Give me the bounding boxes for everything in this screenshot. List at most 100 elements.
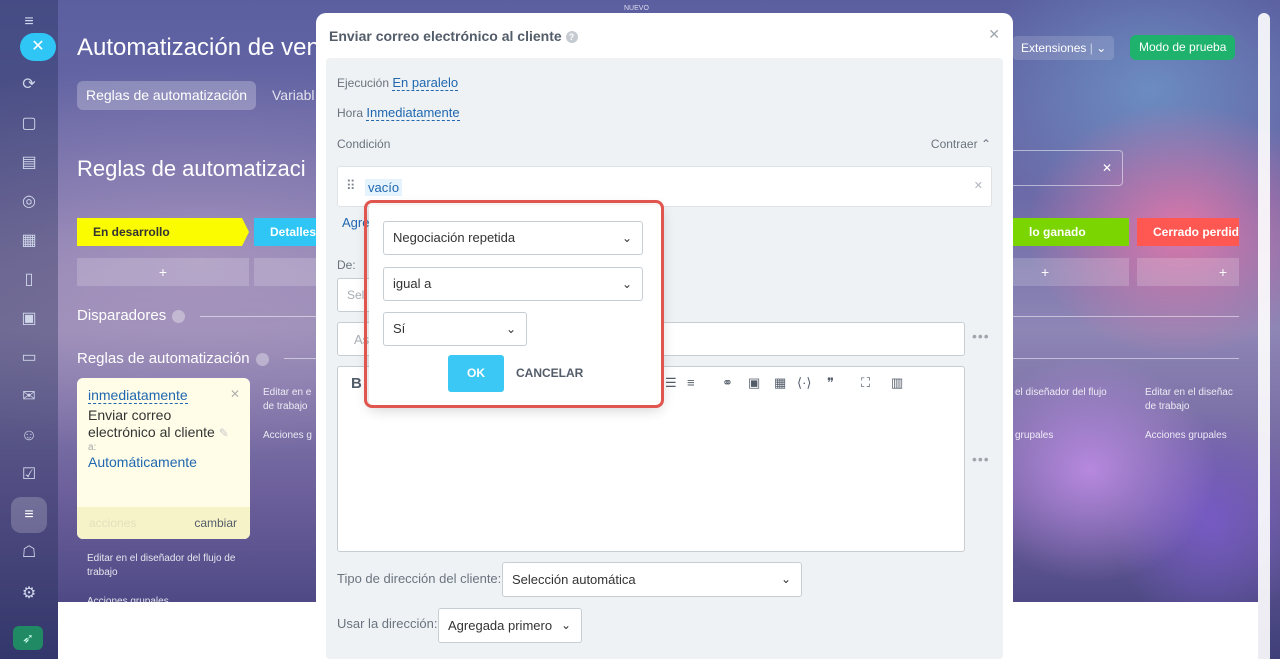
edit-designer-link[interactable]: Editar en e de trabajo <box>263 386 318 414</box>
triggers-label: Disparadores <box>77 307 167 324</box>
divider <box>1013 358 1239 359</box>
tab-automation-rules[interactable]: Reglas de automatización <box>77 81 257 110</box>
execution-label: Ejecución <box>337 76 390 90</box>
close-slider-button[interactable]: ✕ <box>20 33 56 61</box>
rule-card-footer: acciones cambiar <box>77 507 250 539</box>
rocket-icon[interactable]: ➶ <box>13 626 43 650</box>
client-dir-select[interactable]: Selección automática ⌄ <box>502 562 802 597</box>
time-link[interactable]: Inmediatamente <box>366 105 460 121</box>
client-dir-label: Tipo de dirección del cliente: <box>337 571 502 586</box>
background-search-input[interactable]: ✕ <box>1013 150 1123 186</box>
target-icon[interactable]: ◎ <box>19 192 39 212</box>
pencil-icon[interactable]: ✎ <box>219 426 229 440</box>
gear-icon[interactable]: ⚙ <box>19 584 39 604</box>
rule-title-text: Enviar correo electrónico al cliente <box>88 407 215 440</box>
extensions-button[interactable]: Extensiones | ⌄ <box>1013 36 1115 60</box>
use-dir-value: Agregada primero <box>448 618 553 633</box>
divider <box>1013 316 1239 317</box>
add-rule-button[interactable]: + <box>1137 258 1239 286</box>
collapse-label: Contraer <box>930 137 978 151</box>
add-rule-button[interactable]: + <box>77 258 249 286</box>
align-icon[interactable]: ≡ <box>687 375 695 390</box>
edit-designer-link[interactable]: el diseñador del flujo <box>1015 386 1107 400</box>
bold-button[interactable]: B <box>351 375 362 392</box>
add-rule-button[interactable] <box>254 258 316 286</box>
chevron-up-icon: ⌃ <box>980 137 991 151</box>
link-icon[interactable]: ⚭ <box>722 375 733 391</box>
scrollbar[interactable] <box>1258 13 1270 659</box>
group-actions-link[interactable]: Acciones grupales <box>1145 429 1227 443</box>
divider <box>200 316 316 317</box>
close-icon[interactable]: ✕ <box>230 387 240 401</box>
rule-to-label: a: <box>88 442 97 453</box>
help-icon[interactable] <box>255 352 269 366</box>
extensions-label: Extensiones <box>1021 41 1087 55</box>
calendar-icon[interactable]: ▦ <box>19 231 39 251</box>
add-rule-button[interactable]: + <box>1013 258 1129 286</box>
group-actions-link[interactable]: grupales <box>1015 429 1053 443</box>
divider <box>284 358 316 359</box>
list-icon[interactable]: ☰ <box>665 375 677 391</box>
code-icon[interactable]: ⟨·⟩ <box>797 375 811 391</box>
chevron-down-icon: ⌄ <box>1096 41 1107 55</box>
use-dir-select[interactable]: Agregada primero ⌄ <box>438 608 582 643</box>
change-link[interactable]: cambiar <box>194 507 237 539</box>
more-icon[interactable]: ••• <box>972 328 990 344</box>
close-icon[interactable]: ✕ <box>988 26 1000 43</box>
test-mode-button[interactable]: Modo de prueba <box>1130 35 1236 60</box>
tab-variables[interactable]: Variabl <box>272 81 315 110</box>
quote-icon[interactable]: ❞ <box>827 375 834 391</box>
execution-row: Ejecución En paralelo <box>337 75 459 91</box>
help-icon[interactable]: ? <box>565 31 578 44</box>
rule-actions-label: acciones <box>89 516 137 530</box>
condition-label: Condición <box>337 137 391 151</box>
drag-handle-icon[interactable]: ⠿ <box>346 178 356 194</box>
contacts-icon[interactable]: ☺ <box>19 426 39 446</box>
board-icon[interactable]: ▣ <box>19 309 39 329</box>
collapse-link[interactable]: Contraer ⌃ <box>931 137 991 151</box>
mail-icon[interactable]: ✉ <box>19 387 39 407</box>
rule-card[interactable]: inmediatamente ✕ Enviar correo electróni… <box>77 378 250 539</box>
stage-details: Detalles <box>254 218 324 246</box>
execution-link[interactable]: En paralelo <box>392 75 459 91</box>
group-actions-link[interactable]: Acciones g <box>263 429 318 443</box>
highlight-frame <box>364 200 664 408</box>
stage-in-development: En desarrollo <box>77 218 249 246</box>
rule-to-value: Automáticamente <box>88 454 197 470</box>
robot-icon[interactable]: ☖ <box>19 543 39 563</box>
chat-icon[interactable]: ▢ <box>19 114 39 134</box>
clear-icon[interactable]: ✕ <box>1102 161 1112 175</box>
section-title: Reglas de automatizaci <box>77 156 306 181</box>
condition-tag[interactable]: vacío <box>365 179 403 196</box>
left-sidebar: ≡ ✕ ⟳ ▢ ▤ ◎ ▦ ▯ ▣ ▭ ✉ ☺ ☑ ≡ ☖ ⚙ ➶ <box>0 0 58 659</box>
dialog-title-text: Enviar correo electrónico al cliente <box>329 28 562 44</box>
rule-timing-link[interactable]: inmediatamente <box>88 387 188 404</box>
fullscreen-icon[interactable]: ⛶ <box>861 375 870 391</box>
table-icon[interactable]: ▦ <box>774 375 786 391</box>
card-icon[interactable]: ▭ <box>19 348 39 368</box>
rules-label: Reglas de automatización <box>77 350 250 367</box>
funnel-icon[interactable]: ≡ <box>19 505 39 525</box>
help-icon[interactable] <box>172 309 186 323</box>
checklist-icon[interactable]: ☑ <box>19 465 39 485</box>
use-dir-label: Usar la dirección: <box>337 616 438 631</box>
client-dir-value: Selección automática <box>512 572 636 587</box>
chevron-down-icon: ⌄ <box>780 572 791 586</box>
edit-designer-link[interactable]: Editar en el diseñac de trabajo <box>1145 386 1240 414</box>
top-label: NUEVO <box>624 5 649 12</box>
rules-heading: Reglas de automatización <box>77 350 269 367</box>
stage-lost: Cerrado perdid <box>1137 218 1239 246</box>
menu-icon[interactable]: ≡ <box>19 12 39 32</box>
divider: | <box>1089 41 1093 55</box>
remove-condition-icon[interactable]: ✕ <box>974 179 983 192</box>
chevron-down-icon: ⌄ <box>560 618 571 632</box>
document-icon[interactable]: ▯ <box>19 270 39 290</box>
tasks-icon[interactable]: ▤ <box>19 153 39 173</box>
image-icon[interactable]: ▣ <box>748 375 760 391</box>
page-title: Automatización de vent <box>77 34 327 61</box>
panel-icon[interactable]: ▥ <box>891 375 903 391</box>
time-row: Hora Inmediatamente <box>337 105 460 121</box>
more-icon[interactable]: ••• <box>972 451 990 467</box>
feed-icon[interactable]: ⟳ <box>19 75 39 95</box>
edit-designer-link[interactable]: Editar en el diseñador del flujo de trab… <box>87 552 247 580</box>
